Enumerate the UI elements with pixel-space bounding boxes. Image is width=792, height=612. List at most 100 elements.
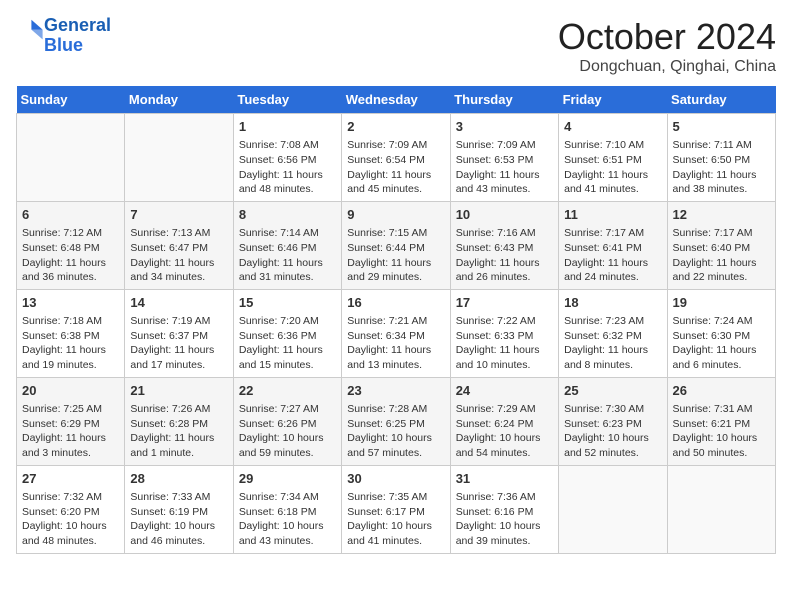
day-number: 23 <box>347 382 444 400</box>
day-number: 30 <box>347 470 444 488</box>
day-detail: Sunrise: 7:14 AMSunset: 6:46 PMDaylight:… <box>239 226 336 285</box>
day-number: 4 <box>564 118 661 136</box>
day-detail: Sunrise: 7:35 AMSunset: 6:17 PMDaylight:… <box>347 490 444 549</box>
day-detail: Sunrise: 7:11 AMSunset: 6:50 PMDaylight:… <box>673 138 770 197</box>
day-detail: Sunrise: 7:27 AMSunset: 6:26 PMDaylight:… <box>239 402 336 461</box>
calendar-day-cell <box>667 465 775 553</box>
calendar-day-cell: 17 Sunrise: 7:22 AMSunset: 6:33 PMDayligh… <box>450 289 558 377</box>
day-of-week-header: Sunday <box>17 86 125 114</box>
logo-text: GeneralBlue <box>44 16 111 56</box>
day-detail: Sunrise: 7:28 AMSunset: 6:25 PMDaylight:… <box>347 402 444 461</box>
day-number: 10 <box>456 206 553 224</box>
calendar-day-cell: 7Sunrise: 7:13 AMSunset: 6:47 PMDaylight… <box>125 201 233 289</box>
day-detail: Sunrise: 7:17 AMSunset: 6:41 PMDaylight:… <box>564 226 661 285</box>
day-number: 5 <box>673 118 770 136</box>
calendar-week-row: 6 Sunrise: 7:12 AMSunset: 6:48 PMDaylight… <box>17 201 776 289</box>
calendar-week-row: 1 Sunrise: 7:08 AMSunset: 6:56 PMDaylight… <box>17 114 776 202</box>
calendar-day-cell: 25 Sunrise: 7:30 AMSunset: 6:23 PMDayligh… <box>559 377 667 465</box>
calendar-day-cell: 31Sunrise: 7:36 AMSunset: 6:16 PMDayligh… <box>450 465 558 553</box>
day-detail: Sunrise: 7:16 AMSunset: 6:43 PMDaylight:… <box>456 226 553 285</box>
day-detail: Sunrise: 7:24 AMSunset: 6:30 PMDaylight:… <box>673 314 770 373</box>
day-of-week-header: Monday <box>125 86 233 114</box>
day-detail: Sunrise: 7:26 AMSunset: 6:28 PMDaylight:… <box>130 402 227 461</box>
day-detail: Sunrise: 7:17 AMSunset: 6:40 PMDaylight:… <box>673 226 770 285</box>
day-number: 9 <box>347 206 444 224</box>
day-detail: Sunrise: 7:31 AMSunset: 6:21 PMDaylight:… <box>673 402 770 461</box>
day-number: 17 <box>456 294 553 312</box>
calendar-day-cell: 6 Sunrise: 7:12 AMSunset: 6:48 PMDaylight… <box>17 201 125 289</box>
day-detail: Sunrise: 7:12 AMSunset: 6:48 PMDaylight:… <box>22 226 119 285</box>
calendar-week-row: 13Sunrise: 7:18 AMSunset: 6:38 PMDayligh… <box>17 289 776 377</box>
calendar-table: SundayMondayTuesdayWednesdayThursdayFrid… <box>16 86 776 554</box>
calendar-day-cell: 22 Sunrise: 7:27 AMSunset: 6:26 PMDayligh… <box>233 377 341 465</box>
calendar-day-cell: 29 Sunrise: 7:34 AMSunset: 6:18 PMDayligh… <box>233 465 341 553</box>
calendar-day-cell: 10 Sunrise: 7:16 AMSunset: 6:43 PMDayligh… <box>450 201 558 289</box>
calendar-day-cell: 20 Sunrise: 7:25 AMSunset: 6:29 PMDayligh… <box>17 377 125 465</box>
calendar-day-cell: 2Sunrise: 7:09 AMSunset: 6:54 PMDaylight… <box>342 114 450 202</box>
day-number: 18 <box>564 294 661 312</box>
day-number: 28 <box>130 470 227 488</box>
day-detail: Sunrise: 7:23 AMSunset: 6:32 PMDaylight:… <box>564 314 661 373</box>
day-number: 25 <box>564 382 661 400</box>
day-number: 14 <box>130 294 227 312</box>
calendar-day-cell: 14 Sunrise: 7:19 AMSunset: 6:37 PMDayligh… <box>125 289 233 377</box>
calendar-body: 1 Sunrise: 7:08 AMSunset: 6:56 PMDaylight… <box>17 114 776 554</box>
calendar-day-cell: 24Sunrise: 7:29 AMSunset: 6:24 PMDayligh… <box>450 377 558 465</box>
day-detail: Sunrise: 7:33 AMSunset: 6:19 PMDaylight:… <box>130 490 227 549</box>
day-detail: Sunrise: 7:18 AMSunset: 6:38 PMDaylight:… <box>22 314 119 373</box>
day-of-week-header: Friday <box>559 86 667 114</box>
day-number: 11 <box>564 206 661 224</box>
day-detail: Sunrise: 7:22 AMSunset: 6:33 PMDaylight:… <box>456 314 553 373</box>
day-detail: Sunrise: 7:09 AMSunset: 6:53 PMDaylight:… <box>456 138 553 197</box>
day-detail: Sunrise: 7:21 AMSunset: 6:34 PMDaylight:… <box>347 314 444 373</box>
calendar-day-cell: 11 Sunrise: 7:17 AMSunset: 6:41 PMDayligh… <box>559 201 667 289</box>
day-detail: Sunrise: 7:08 AMSunset: 6:56 PMDaylight:… <box>239 138 336 197</box>
day-detail: Sunrise: 7:20 AMSunset: 6:36 PMDaylight:… <box>239 314 336 373</box>
calendar-week-row: 20 Sunrise: 7:25 AMSunset: 6:29 PMDayligh… <box>17 377 776 465</box>
calendar-day-cell <box>17 114 125 202</box>
day-detail: Sunrise: 7:10 AMSunset: 6:51 PMDaylight:… <box>564 138 661 197</box>
day-number: 29 <box>239 470 336 488</box>
day-detail: Sunrise: 7:13 AMSunset: 6:47 PMDaylight:… <box>130 226 227 285</box>
day-number: 20 <box>22 382 119 400</box>
day-detail: Sunrise: 7:32 AMSunset: 6:20 PMDaylight:… <box>22 490 119 549</box>
calendar-day-cell: 19Sunrise: 7:24 AMSunset: 6:30 PMDayligh… <box>667 289 775 377</box>
day-detail: Sunrise: 7:36 AMSunset: 6:16 PMDaylight:… <box>456 490 553 549</box>
day-number: 8 <box>239 206 336 224</box>
calendar-day-cell: 8 Sunrise: 7:14 AMSunset: 6:46 PMDaylight… <box>233 201 341 289</box>
day-of-week-header: Wednesday <box>342 86 450 114</box>
day-detail: Sunrise: 7:34 AMSunset: 6:18 PMDaylight:… <box>239 490 336 549</box>
calendar-day-cell: 9 Sunrise: 7:15 AMSunset: 6:44 PMDaylight… <box>342 201 450 289</box>
calendar-day-cell: 30 Sunrise: 7:35 AMSunset: 6:17 PMDayligh… <box>342 465 450 553</box>
calendar-day-cell: 23 Sunrise: 7:28 AMSunset: 6:25 PMDayligh… <box>342 377 450 465</box>
day-detail: Sunrise: 7:25 AMSunset: 6:29 PMDaylight:… <box>22 402 119 461</box>
day-number: 1 <box>239 118 336 136</box>
day-number: 26 <box>673 382 770 400</box>
day-number: 6 <box>22 206 119 224</box>
day-of-week-header: Saturday <box>667 86 775 114</box>
day-number: 3 <box>456 118 553 136</box>
day-detail: Sunrise: 7:15 AMSunset: 6:44 PMDaylight:… <box>347 226 444 285</box>
day-number: 27 <box>22 470 119 488</box>
day-header-row: SundayMondayTuesdayWednesdayThursdayFrid… <box>17 86 776 114</box>
day-number: 22 <box>239 382 336 400</box>
calendar-day-cell: 4 Sunrise: 7:10 AMSunset: 6:51 PMDaylight… <box>559 114 667 202</box>
calendar-week-row: 27 Sunrise: 7:32 AMSunset: 6:20 PMDayligh… <box>17 465 776 553</box>
logo: GeneralBlue <box>16 16 111 56</box>
calendar-day-cell: 26 Sunrise: 7:31 AMSunset: 6:21 PMDayligh… <box>667 377 775 465</box>
calendar-day-cell: 21Sunrise: 7:26 AMSunset: 6:28 PMDayligh… <box>125 377 233 465</box>
calendar-day-cell <box>559 465 667 553</box>
calendar-day-cell: 1 Sunrise: 7:08 AMSunset: 6:56 PMDaylight… <box>233 114 341 202</box>
calendar-day-cell: 12 Sunrise: 7:17 AMSunset: 6:40 PMDayligh… <box>667 201 775 289</box>
calendar-day-cell: 27 Sunrise: 7:32 AMSunset: 6:20 PMDayligh… <box>17 465 125 553</box>
day-of-week-header: Thursday <box>450 86 558 114</box>
day-number: 15 <box>239 294 336 312</box>
day-detail: Sunrise: 7:29 AMSunset: 6:24 PMDaylight:… <box>456 402 553 461</box>
day-detail: Sunrise: 7:30 AMSunset: 6:23 PMDaylight:… <box>564 402 661 461</box>
calendar-day-cell: 28 Sunrise: 7:33 AMSunset: 6:19 PMDayligh… <box>125 465 233 553</box>
day-number: 2 <box>347 118 444 136</box>
month-title: October 2024 <box>558 16 776 58</box>
calendar-day-cell: 15 Sunrise: 7:20 AMSunset: 6:36 PMDayligh… <box>233 289 341 377</box>
day-number: 12 <box>673 206 770 224</box>
day-detail: Sunrise: 7:19 AMSunset: 6:37 PMDaylight:… <box>130 314 227 373</box>
